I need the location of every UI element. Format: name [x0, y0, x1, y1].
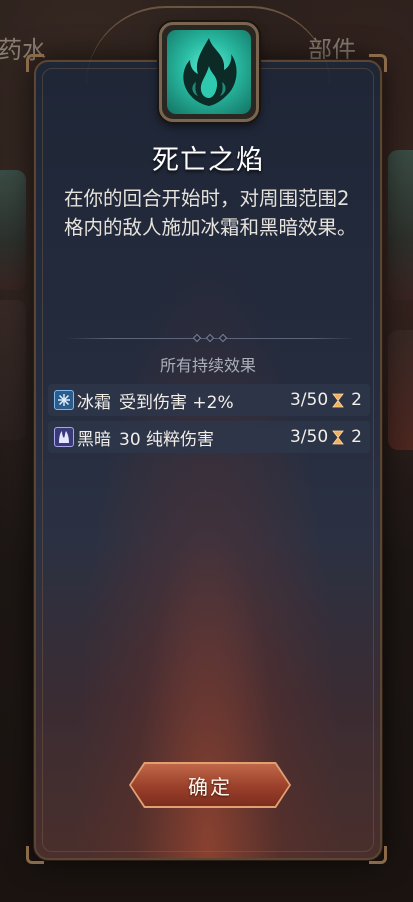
effect-description: 受到伤害 +2% [119, 392, 234, 413]
frame-corner [26, 846, 44, 864]
skill-icon-frame [159, 22, 259, 122]
frost-icon [54, 390, 74, 410]
skill-title: 死亡之焰 [152, 145, 264, 176]
divider-ornament [192, 333, 228, 343]
skill-description: 在你的回合开始时，对周围范围2格内的敌人施加冰霜和黑暗效果。 [64, 187, 357, 239]
darkness-icon [54, 427, 74, 447]
confirm-button[interactable]: 确定 [131, 764, 289, 806]
effect-duration: 2 [351, 390, 362, 410]
background-card-left [0, 170, 26, 290]
effect-stacks: 3/50 [289, 427, 329, 447]
effect-stacks: 3/50 [289, 390, 329, 410]
skill-detail-dialog [34, 60, 382, 860]
dark-flame-icon [167, 30, 251, 114]
background-card-left-2 [0, 300, 26, 440]
effect-row-darkness: 黑暗 30 纯粹伤害 3/50 2 [48, 421, 370, 453]
effect-row-frost: 冰霜 受到伤害 +2% 3/50 2 [48, 384, 370, 416]
frame-corner [369, 846, 387, 864]
effect-name: 冰霜 [77, 392, 111, 413]
frame-corner [26, 54, 44, 72]
effect-description: 30 纯粹伤害 [119, 429, 215, 450]
hourglass-icon [332, 393, 344, 407]
effect-duration: 2 [351, 427, 362, 447]
background-card-right [388, 150, 413, 300]
background-card-right-2 [388, 330, 413, 450]
hourglass-icon [332, 430, 344, 444]
effects-section-title: 所有持续效果 [159, 356, 256, 375]
effect-name: 黑暗 [77, 429, 111, 450]
frame-corner [369, 54, 387, 72]
